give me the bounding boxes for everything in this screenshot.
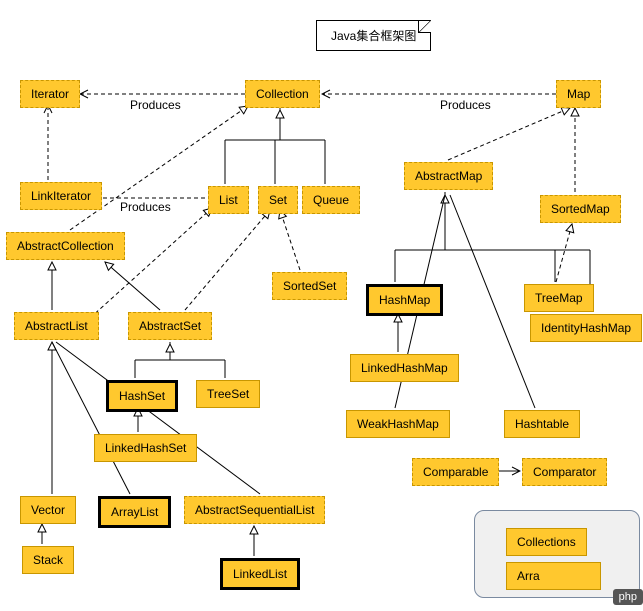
label-produces-1: Produces bbox=[130, 98, 181, 112]
node-abstractcollection: AbstractCollection bbox=[6, 232, 125, 260]
node-collections: Collections bbox=[506, 528, 587, 556]
node-treemap: TreeMap bbox=[524, 284, 594, 312]
label-produces-3: Produces bbox=[120, 200, 171, 214]
node-abstractset: AbstractSet bbox=[128, 312, 212, 340]
node-abstractsequentiallist: AbstractSequentialList bbox=[184, 496, 325, 524]
diagram-title-text: Java集合框架图 bbox=[331, 29, 416, 43]
node-abstractmap: AbstractMap bbox=[404, 162, 493, 190]
node-stack: Stack bbox=[22, 546, 74, 574]
node-comparable: Comparable bbox=[412, 458, 499, 486]
node-linkiterator: LinkIterator bbox=[20, 182, 102, 210]
node-weakhashmap: WeakHashMap bbox=[346, 410, 450, 438]
node-arraylist: ArrayList bbox=[98, 496, 171, 528]
node-sortedmap: SortedMap bbox=[540, 195, 621, 223]
node-linkedhashset: LinkedHashSet bbox=[94, 434, 197, 462]
node-iterator: Iterator bbox=[20, 80, 80, 108]
node-hashtable: Hashtable bbox=[504, 410, 580, 438]
node-vector: Vector bbox=[20, 496, 76, 524]
node-sortedset: SortedSet bbox=[272, 272, 347, 300]
watermark-text: php bbox=[613, 589, 643, 605]
node-arrays: Arra bbox=[506, 562, 601, 590]
node-linkedhashmap: LinkedHashMap bbox=[350, 354, 459, 382]
node-identityhashmap: IdentityHashMap bbox=[530, 314, 642, 342]
node-treeset: TreeSet bbox=[196, 380, 260, 408]
node-map: Map bbox=[556, 80, 601, 108]
node-comparator: Comparator bbox=[522, 458, 607, 486]
node-set: Set bbox=[258, 186, 298, 214]
node-abstractlist: AbstractList bbox=[14, 312, 99, 340]
node-linkedlist: LinkedList bbox=[220, 558, 300, 590]
node-collection: Collection bbox=[245, 80, 320, 108]
diagram-title-note: Java集合框架图 bbox=[316, 20, 431, 51]
label-produces-2: Produces bbox=[440, 98, 491, 112]
node-hashmap: HashMap bbox=[366, 284, 443, 316]
node-list: List bbox=[208, 186, 249, 214]
node-hashset: HashSet bbox=[106, 380, 178, 412]
node-queue: Queue bbox=[302, 186, 360, 214]
